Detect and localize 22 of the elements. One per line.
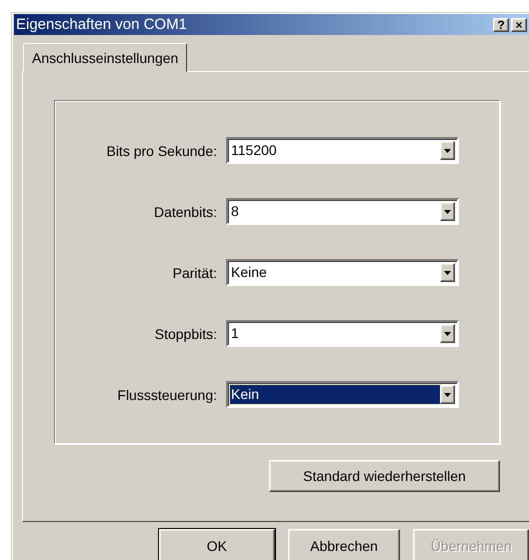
dropdown-value: Kein xyxy=(230,385,440,404)
help-button[interactable]: ? xyxy=(493,18,509,32)
field-label: Parität: xyxy=(172,264,218,280)
tab[interactable]: Anschlusseinstellungen xyxy=(23,43,188,72)
dropdown-value: 115200 xyxy=(230,141,278,160)
field-label: Datenbits: xyxy=(152,204,218,220)
cancel-button[interactable]: Abbrechen xyxy=(288,529,400,560)
ok-button[interactable]: OK xyxy=(159,529,275,560)
dropdown-field[interactable]: 8 xyxy=(226,198,459,225)
close-button[interactable]: × xyxy=(511,18,527,32)
dropdown-field[interactable]: Keine xyxy=(226,259,459,286)
window-title: Eigenschaften von COM1 xyxy=(16,16,188,33)
field-label: Bits pro Sekunde: xyxy=(105,142,218,158)
dropdown-field[interactable]: 115200 xyxy=(226,137,459,164)
dropdown-value: 1 xyxy=(230,324,240,343)
restore-defaults-button[interactable]: Standard wiederherstellen xyxy=(269,460,500,492)
dropdown-value: Keine xyxy=(230,263,268,282)
dropdown-field[interactable]: 1 xyxy=(226,320,459,347)
dropdown-value: 8 xyxy=(230,202,240,221)
field-label: Stoppbits: xyxy=(154,326,218,342)
dropdown-field[interactable]: Kein xyxy=(226,381,459,408)
field-label: Flusssteuerung: xyxy=(116,386,218,402)
